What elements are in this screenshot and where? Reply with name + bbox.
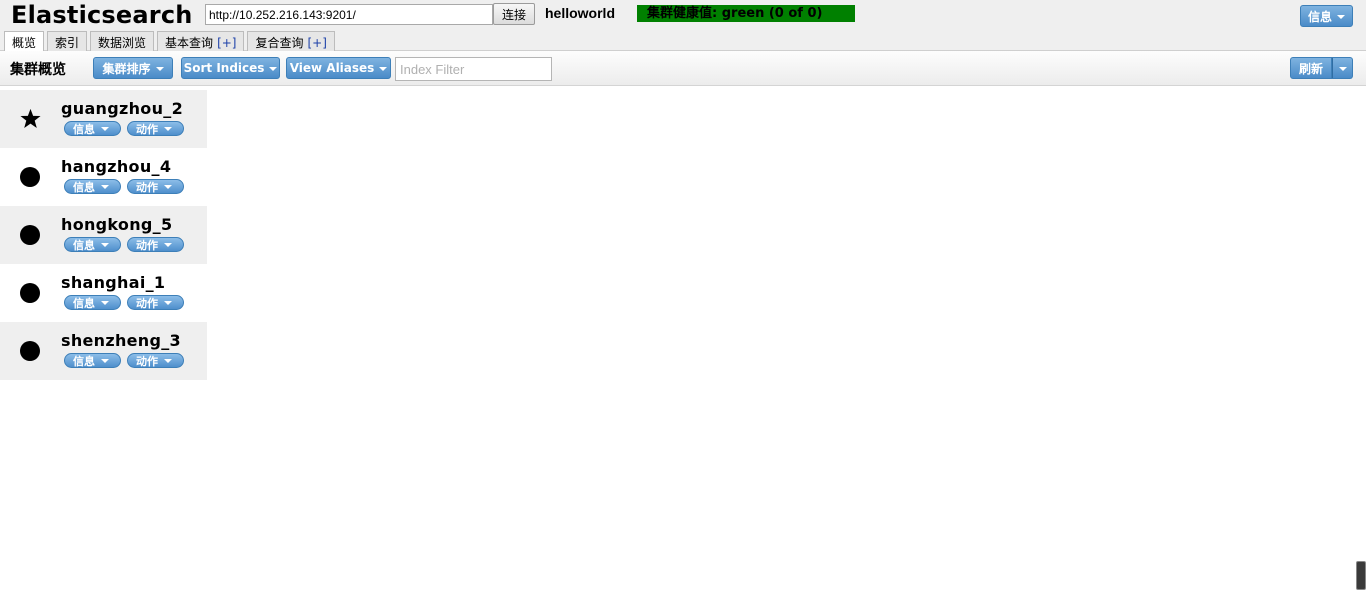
tab-label: 数据浏览: [98, 36, 147, 50]
cluster-sort-button[interactable]: 集群排序: [93, 57, 173, 79]
node-info-button[interactable]: 信息: [64, 121, 121, 136]
node-name: shanghai_1: [61, 273, 166, 292]
node-action-button[interactable]: 动作: [127, 353, 184, 368]
chevron-down-icon: [101, 243, 109, 247]
node-info-label: 信息: [73, 238, 95, 252]
node-name: guangzhou_2: [61, 99, 184, 118]
node-action-button[interactable]: 动作: [127, 295, 184, 310]
cluster-url-input[interactable]: [205, 4, 493, 25]
tab-label: 索引: [55, 36, 80, 50]
node-name: hongkong_5: [61, 215, 173, 234]
node-row: shenzheng_3 信息 动作: [0, 322, 207, 380]
tab-compound-query[interactable]: 复合查询 [+]: [247, 31, 335, 51]
node-action-label: 动作: [136, 122, 158, 136]
node-action-label: 动作: [136, 238, 158, 252]
index-filter-input[interactable]: [395, 57, 552, 81]
sort-indices-button[interactable]: Sort Indices: [181, 57, 280, 79]
chevron-down-icon: [164, 301, 172, 305]
connect-button[interactable]: 连接: [493, 3, 535, 25]
node-info-label: 信息: [73, 180, 95, 194]
node-info-button[interactable]: 信息: [64, 179, 121, 194]
circle-icon: [20, 167, 40, 187]
add-tab-plus[interactable]: [+]: [308, 36, 327, 50]
node-action-label: 动作: [136, 180, 158, 194]
node-list: guangzhou_2 信息 动作 hangzhou_4 信息 动作 hongk…: [0, 90, 207, 380]
view-aliases-button[interactable]: View Aliases: [286, 57, 391, 79]
tab-browser[interactable]: 数据浏览: [90, 31, 155, 51]
chevron-down-icon: [101, 301, 109, 305]
refresh-button[interactable]: 刷新: [1290, 57, 1332, 79]
page-title: 集群概览: [10, 62, 66, 78]
node-info-button[interactable]: 信息: [64, 295, 121, 310]
node-action-label: 动作: [136, 354, 158, 368]
node-row: guangzhou_2 信息 动作: [0, 90, 207, 148]
header-bar: Elasticsearch 连接 helloworld 集群健康值: green…: [0, 0, 1366, 52]
refresh-options-button[interactable]: [1332, 57, 1353, 79]
cluster-name: helloworld: [545, 5, 615, 21]
chevron-down-icon: [379, 66, 388, 71]
circle-icon: [20, 283, 40, 303]
chevron-down-icon: [269, 66, 278, 71]
chevron-down-icon: [164, 127, 172, 131]
node-info-label: 信息: [73, 296, 95, 310]
refresh-label: 刷新: [1298, 61, 1323, 76]
node-info-label: 信息: [73, 122, 95, 136]
node-action-label: 动作: [136, 296, 158, 310]
tab-overview[interactable]: 概览: [4, 31, 45, 52]
sort-indices-label: Sort Indices: [183, 61, 265, 75]
node-action-button[interactable]: 动作: [127, 237, 184, 252]
app-title: Elasticsearch: [11, 1, 193, 29]
cluster-health-badge: 集群健康值: green (0 of 0): [637, 5, 855, 22]
node-action-button[interactable]: 动作: [127, 121, 184, 136]
chevron-down-icon: [1337, 14, 1345, 19]
chevron-down-icon: [164, 243, 172, 247]
tab-label: 基本查询: [165, 36, 214, 50]
node-info-button[interactable]: 信息: [64, 237, 121, 252]
node-row: hongkong_5 信息 动作: [0, 206, 207, 264]
node-row: hangzhou_4 信息 动作: [0, 148, 207, 206]
add-tab-plus[interactable]: [+]: [217, 36, 236, 50]
info-menu-button[interactable]: 信息: [1300, 5, 1353, 27]
node-name: shenzheng_3: [61, 331, 181, 350]
chevron-down-icon: [164, 359, 172, 363]
circle-icon: [20, 225, 40, 245]
node-name: hangzhou_4: [61, 157, 172, 176]
chevron-down-icon: [1338, 66, 1347, 71]
tab-indices[interactable]: 索引: [47, 31, 88, 51]
view-aliases-label: View Aliases: [289, 61, 375, 75]
node-info-label: 信息: [73, 354, 95, 368]
node-info-button[interactable]: 信息: [64, 353, 121, 368]
node-row: shanghai_1 信息 动作: [0, 264, 207, 322]
chevron-down-icon: [101, 359, 109, 363]
chevron-down-icon: [101, 127, 109, 131]
overview-toolbar: 集群概览 集群排序 Sort Indices View Aliases 刷新: [0, 51, 1366, 86]
cluster-sort-label: 集群排序: [102, 61, 151, 76]
tab-label: 复合查询: [255, 36, 304, 50]
refresh-button-group: 刷新: [1290, 57, 1353, 79]
info-menu-label: 信息: [1307, 9, 1332, 24]
chevron-down-icon: [101, 185, 109, 189]
tab-label: 概览: [12, 36, 37, 50]
chevron-down-icon: [164, 185, 172, 189]
chevron-down-icon: [155, 66, 164, 71]
tab-basic-query[interactable]: 基本查询 [+]: [157, 31, 245, 51]
star-icon: [20, 108, 41, 128]
node-action-button[interactable]: 动作: [127, 179, 184, 194]
scrollbar-thumb[interactable]: [1356, 561, 1366, 590]
circle-icon: [20, 341, 40, 361]
tab-bar: 概览 索引 数据浏览 基本查询 [+] 复合查询 [+]: [4, 31, 338, 52]
